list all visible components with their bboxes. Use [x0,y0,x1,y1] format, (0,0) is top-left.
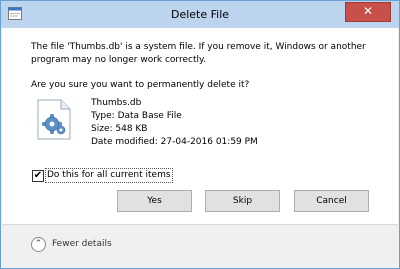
file-details: Thumbs.db Type: Data Base File Size: 548… [91,97,258,149]
confirm-question: Are you sure you want to permanently del… [31,80,250,90]
dialog-content: The file 'Thumbs.db' is a system file. I… [2,28,398,224]
file-type: Type: Data Base File [91,111,182,121]
yes-button[interactable]: Yes [117,190,192,212]
system-file-gear-icon [37,99,71,140]
apply-to-all-checkbox[interactable]: ✔ [32,170,44,182]
file-name: Thumbs.db [91,98,142,108]
cancel-button[interactable]: Cancel [294,190,369,212]
apply-to-all-label[interactable]: Do this for all current items [45,168,173,183]
footer-divider [2,224,398,225]
file-size: Size: 548 KB [91,124,148,134]
fewer-details-toggle[interactable]: Fewer details [52,239,112,249]
warning-message: The file 'Thumbs.db' is a system file. I… [31,41,376,67]
close-button[interactable]: ✕ [345,2,391,22]
file-date-modified: Date modified: 27-04-2016 01:59 PM [91,137,258,147]
chevron-up-circle-icon[interactable]: ⌃ [31,237,46,252]
delete-file-dialog: Delete File ✕ The file 'Thumbs.db' is a … [0,0,400,269]
checkmark-icon: ✔ [33,170,43,181]
close-icon: ✕ [362,4,374,18]
title-bar[interactable]: Delete File ✕ [1,1,399,28]
window-title: Delete File [170,8,230,21]
warning-line-1: The file 'Thumbs.db' is a system file. I… [31,42,366,52]
warning-line-2: program may no longer work correctly. [31,55,206,65]
skip-button[interactable]: Skip [205,190,280,212]
